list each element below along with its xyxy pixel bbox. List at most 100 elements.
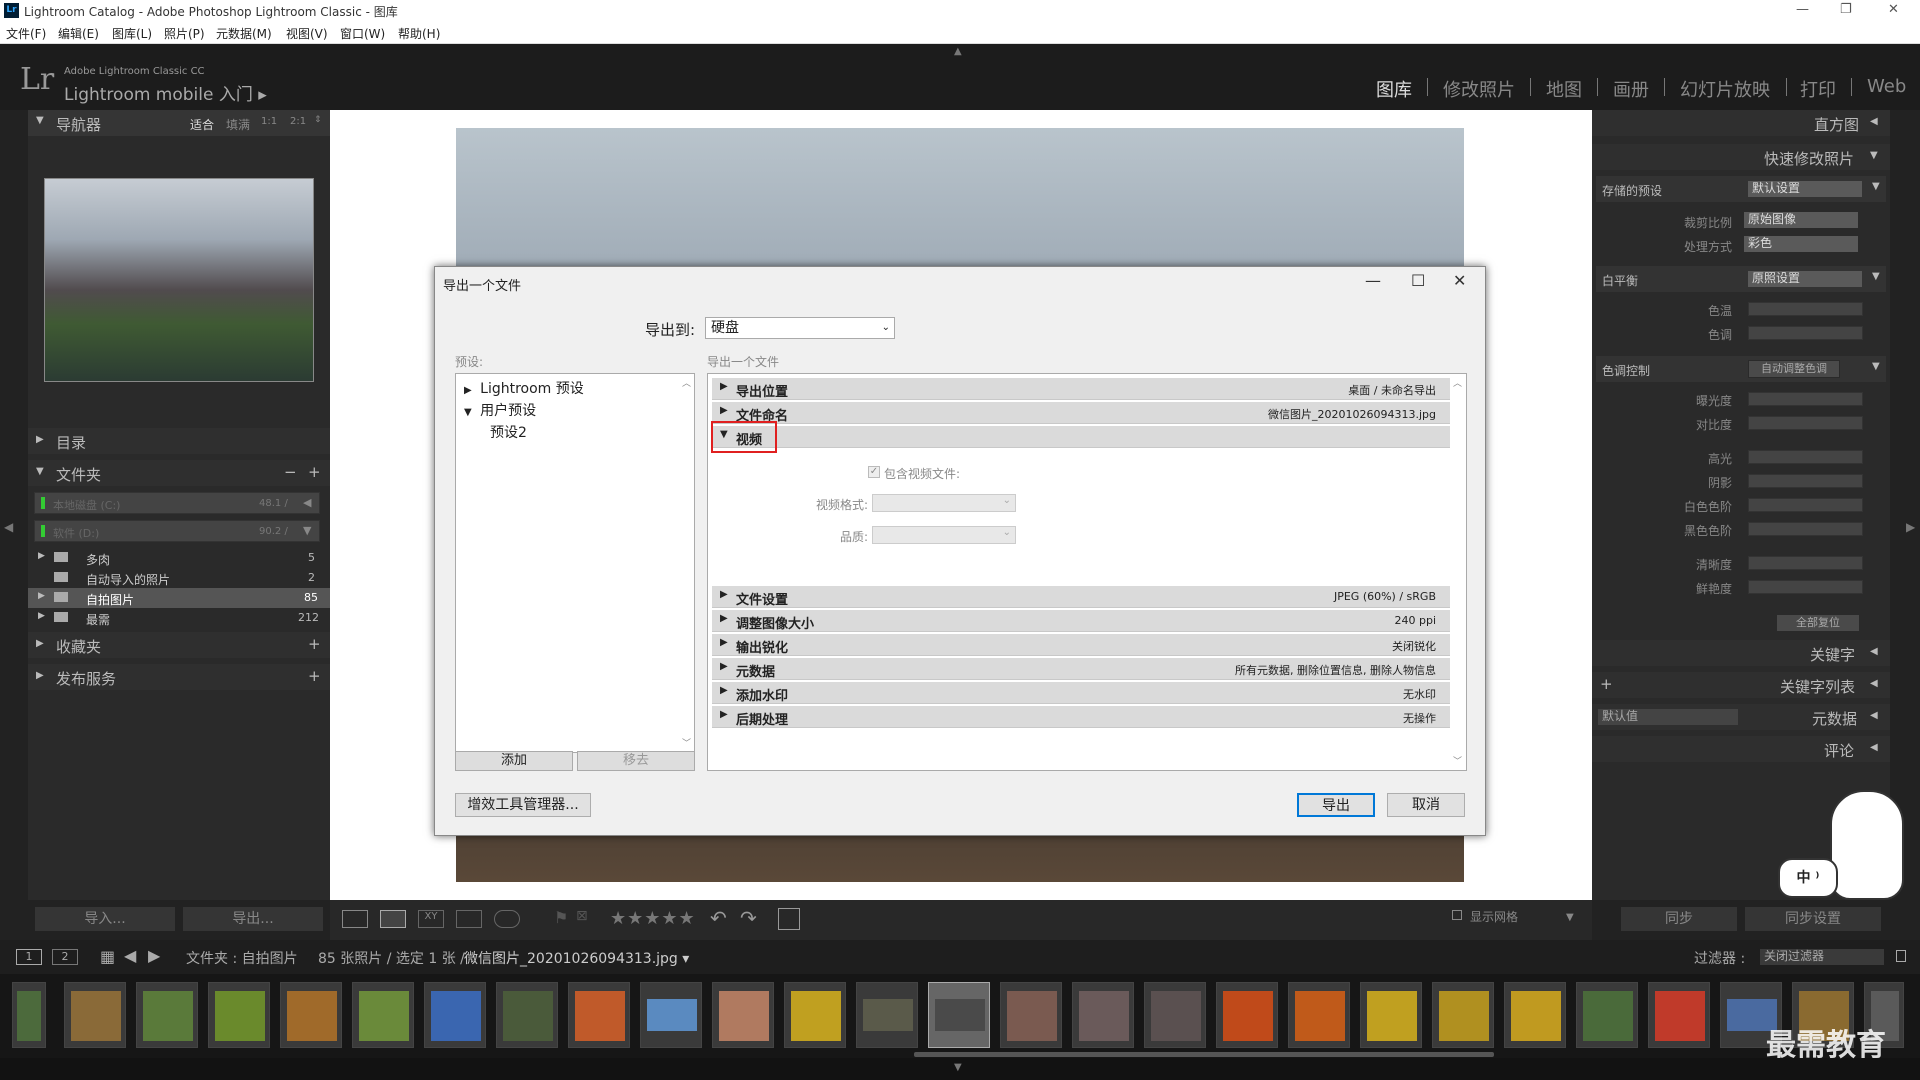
whites-stepper[interactable] — [1748, 498, 1863, 512]
tint-stepper[interactable] — [1748, 326, 1863, 340]
filmstrip-thumbnail[interactable] — [424, 982, 486, 1048]
filmstrip-thumbnail[interactable] — [568, 982, 630, 1048]
section-video[interactable]: ▼ 视频 — [712, 426, 1450, 448]
clarity-stepper[interactable] — [1748, 556, 1863, 570]
filmstrip-thumbnail[interactable] — [1000, 982, 1062, 1048]
module-develop[interactable]: 修改照片 — [1443, 76, 1515, 102]
scroll-up-icon[interactable]: ︿ — [682, 376, 691, 389]
rotate-right-icon[interactable]: ↷ — [740, 906, 757, 930]
preset-item[interactable]: 预设2 — [490, 422, 527, 442]
module-slideshow[interactable]: 幻灯片放映 — [1680, 76, 1770, 102]
folder-item[interactable]: ▶ 最需 212 — [28, 608, 330, 628]
menu-help[interactable]: 帮助(H) — [398, 25, 440, 42]
menu-metadata[interactable]: 元数据(M) — [216, 25, 272, 42]
right-panel-toggle-icon[interactable]: ▶ — [1906, 520, 1915, 534]
section-output-sharpening[interactable]: ▶ 输出锐化 关闭锐化 — [712, 634, 1450, 656]
menu-file[interactable]: 文件(F) — [6, 25, 46, 42]
quality-select[interactable]: ⌄ — [872, 526, 1016, 544]
bottom-panel-toggle[interactable]: ▼ — [0, 1058, 1920, 1080]
filmstrip-thumbnail[interactable] — [1504, 982, 1566, 1048]
module-book[interactable]: 画册 — [1613, 76, 1649, 102]
treatment-dropdown[interactable]: 彩色 — [1744, 236, 1858, 252]
filmstrip-thumbnail[interactable] — [1144, 982, 1206, 1048]
cancel-button[interactable]: 取消 — [1387, 793, 1465, 817]
filmstrip-thumbnail[interactable] — [856, 982, 918, 1048]
rotate-left-icon[interactable]: ↶ — [710, 906, 727, 930]
volume-c[interactable]: 本地磁盘 (C:) 48.1 / ◀ — [34, 492, 320, 514]
filmstrip-thumbnail[interactable] — [12, 982, 46, 1048]
section-metadata[interactable]: ▶ 元数据 所有元数据, 删除位置信息, 删除人物信息 — [712, 658, 1450, 680]
add-preset-button[interactable]: 添加 — [455, 751, 573, 771]
filmstrip-thumbnail[interactable] — [1360, 982, 1422, 1048]
collapse-icon[interactable]: ▼ — [1872, 181, 1880, 192]
filmstrip-thumbnail[interactable] — [784, 982, 846, 1048]
crop-dropdown[interactable]: 原始图像 — [1744, 212, 1858, 228]
minimize-icon[interactable]: — — [1365, 271, 1381, 290]
filmstrip-thumbnail[interactable] — [1648, 982, 1710, 1048]
filmstrip-thumbnail[interactable] — [1072, 982, 1134, 1048]
folder-item-selected[interactable]: ▶ 自拍图片 85 — [28, 588, 330, 608]
highlights-stepper[interactable] — [1748, 450, 1863, 464]
left-panel-toggle-icon[interactable]: ◀ — [4, 520, 13, 534]
blacks-stepper[interactable] — [1748, 522, 1863, 536]
current-file[interactable]: 微信图片_20201026094313.jpg ▾ — [464, 948, 689, 968]
metadata-preset-dropdown[interactable]: 默认值 — [1598, 709, 1738, 725]
zoom-fit[interactable]: 适合 — [190, 116, 214, 133]
navigator-preview[interactable] — [44, 178, 314, 382]
zoom-stepper-icon[interactable]: ⇕ — [314, 115, 322, 125]
section-watermark[interactable]: ▶ 添加水印 无水印 — [712, 682, 1450, 704]
section-file-settings[interactable]: ▶ 文件设置 JPEG (60%) / sRGB — [712, 586, 1450, 608]
preset-group-lightroom[interactable]: ▶ Lightroom 预设 — [464, 378, 584, 398]
shadows-stepper[interactable] — [1748, 474, 1863, 488]
white-balance-dropdown[interactable]: 原照设置 — [1748, 271, 1862, 287]
folder-item[interactable]: 自动导入的照片 2 — [28, 568, 330, 588]
auto-tone-button[interactable]: 自动调整色调 — [1748, 360, 1840, 378]
menu-window[interactable]: 窗口(W) — [340, 25, 385, 42]
zoom-1-1[interactable]: 1:1 — [261, 116, 277, 127]
import-button[interactable]: 导入... — [34, 906, 176, 932]
filmstrip-thumbnail[interactable] — [64, 982, 126, 1048]
crop-overlay-icon[interactable] — [778, 908, 800, 930]
section-post-processing[interactable]: ▶ 后期处理 无操作 — [712, 706, 1450, 728]
close-icon[interactable]: ✕ — [1888, 2, 1899, 17]
folder-item[interactable]: ▶ 多肉 5 — [28, 548, 330, 568]
show-grid-checkbox[interactable] — [1452, 910, 1462, 920]
star-rating[interactable]: ★★★★★ — [610, 908, 696, 929]
include-video-checkbox[interactable]: ✓ — [868, 466, 880, 478]
section-export-location[interactable]: ▶ 导出位置 桌面 / 未命名导出 — [712, 378, 1450, 400]
remove-preset-button[interactable]: 移去 — [577, 751, 695, 771]
settings-scrollbar[interactable]: ︿ ﹀ — [1452, 376, 1464, 768]
people-view-icon[interactable] — [494, 910, 520, 928]
grid-view-icon[interactable] — [342, 910, 368, 928]
plus-icon[interactable]: + — [308, 463, 321, 481]
compare-view-icon[interactable]: XY — [418, 910, 444, 928]
module-map[interactable]: 地图 — [1546, 76, 1582, 102]
scroll-down-icon[interactable]: ﹀ — [1453, 754, 1462, 767]
exposure-stepper[interactable] — [1748, 392, 1863, 406]
collapse-icon[interactable]: ▼ — [1872, 361, 1880, 372]
metadata-header[interactable]: 默认值 元数据 ◀ — [1592, 704, 1890, 730]
vibrance-stepper[interactable] — [1748, 580, 1863, 594]
plus-icon[interactable]: + — [1600, 675, 1613, 693]
preset-group-user[interactable]: ▼ 用户预设 — [464, 400, 536, 420]
folders-header[interactable]: ▼ 文件夹 − + — [28, 460, 330, 486]
mobile-link[interactable]: Lightroom mobile 入门 ▸ — [64, 80, 267, 105]
filmstrip-thumbnail[interactable] — [1288, 982, 1350, 1048]
close-icon[interactable]: ✕ — [1453, 271, 1466, 290]
loupe-view-icon[interactable] — [380, 910, 406, 928]
sync-button[interactable]: 同步 — [1620, 906, 1738, 932]
menu-edit[interactable]: 编辑(E) — [58, 25, 99, 42]
histogram-header[interactable]: 直方图 ◀ — [1592, 110, 1890, 136]
contrast-stepper[interactable] — [1748, 416, 1863, 430]
filmstrip-thumbnail[interactable] — [136, 982, 198, 1048]
forward-icon[interactable]: ▶ — [148, 946, 160, 965]
module-print[interactable]: 打印 — [1800, 76, 1836, 102]
menu-view[interactable]: 视图(V) — [286, 25, 328, 42]
volume-d[interactable]: 软件 (D:) 90.2 / ▼ — [34, 520, 320, 542]
navigator-header[interactable]: ▼ 导航器 适合 填满 1:1 2:1 ⇕ — [28, 110, 330, 136]
module-web[interactable]: Web — [1867, 76, 1906, 97]
filmstrip-thumbnail[interactable] — [352, 982, 414, 1048]
top-panel-toggle-icon[interactable]: ▲ — [954, 46, 962, 57]
keywording-header[interactable]: 关键字 ◀ — [1592, 640, 1890, 666]
filmstrip-thumbnail[interactable] — [712, 982, 774, 1048]
